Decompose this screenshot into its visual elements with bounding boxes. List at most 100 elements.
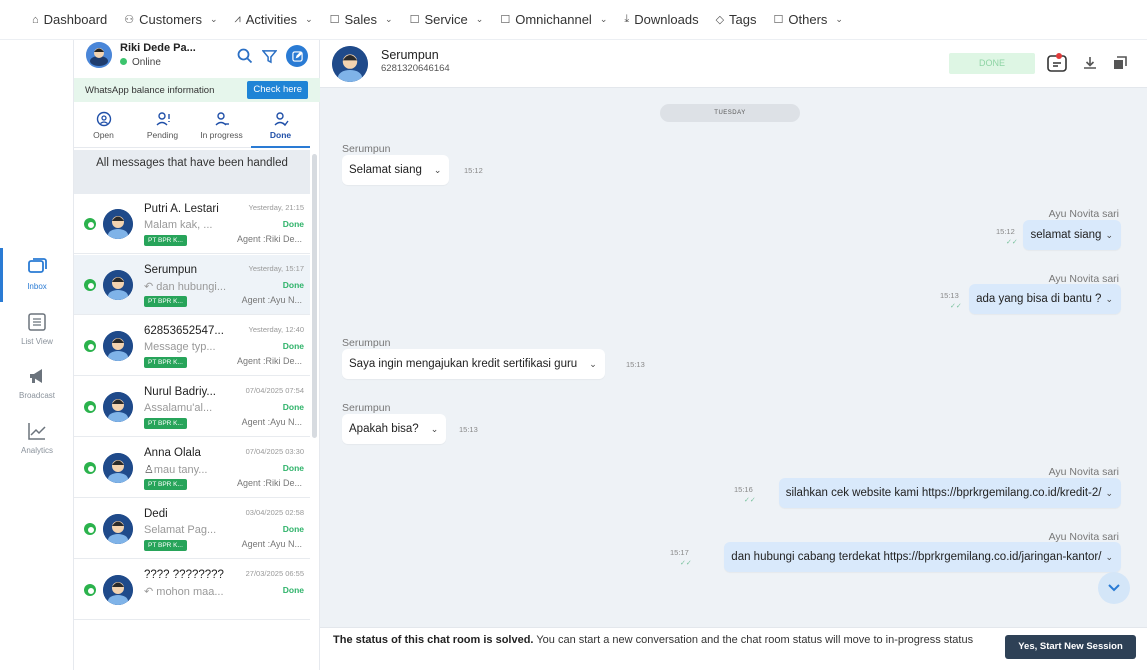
company-badge: PT BPR K... [144,235,187,246]
status-message: The status of this chat room is solved. … [333,634,974,646]
reply-icon: ↶ [144,281,157,293]
left-sidebar: Inbox List View Broadcast Analytics [0,40,74,670]
tab-open[interactable]: Open [74,108,133,147]
chevron-down-icon[interactable]: ⌄ [1105,220,1113,250]
tag-icon: ◇ [715,14,725,26]
message-sender: Serumpun [342,337,391,349]
contact-avatar [103,514,133,544]
nav-others[interactable]: ☐ Others ⌄ [774,12,843,27]
chevron-down-icon: ⌄ [305,14,313,24]
nav-downloads[interactable]: ⤓ Downloads [624,12,698,27]
agent-status[interactable]: Online [120,57,161,68]
contact-avatar [103,270,133,300]
sidebar-item-broadcast[interactable]: Broadcast [0,365,74,400]
conversation-item[interactable]: ???? ???????? ↶ mohon maa... 27/03/2025 … [74,560,310,620]
message-bubble[interactable]: selamat siang ⌄ [1023,220,1121,250]
analytics-icon [28,423,46,440]
message-bubble[interactable]: Apakah bisa? ⌄ [342,414,447,444]
sidebar-item-list-view[interactable]: List View [0,311,74,346]
folder-icon: ☐ [329,14,340,26]
chevron-down-icon: ⌄ [835,14,843,24]
search-icon[interactable] [237,48,253,64]
nav-customers[interactable]: ⚇ Customers ⌄ [124,12,217,27]
message-time: 15:17 [670,548,689,557]
chevron-down-icon[interactable]: ⌄ [589,349,597,379]
copy-icon[interactable] [1112,55,1128,71]
chevron-down-icon[interactable]: ⌄ [1105,284,1113,314]
folder-icon: ☐ [773,14,784,26]
contact-avatar [103,575,133,605]
in-progress-icon [215,112,229,126]
chevron-down-icon[interactable]: ⌄ [1105,542,1113,572]
conversation-item[interactable]: Dedi Selamat Pag... PT BPR K... 03/04/20… [74,499,310,559]
scroll-to-bottom-button[interactable] [1098,572,1130,604]
message-bubble[interactable]: silahkan cek website kami https://bprkrg… [778,478,1121,508]
tab-done[interactable]: Done [251,108,310,148]
chevron-down-icon [1108,584,1120,592]
company-badge: PT BPR K... [144,296,187,307]
nav-tags[interactable]: ◇ Tags [716,12,757,27]
check-here-button[interactable]: Check here [247,81,308,99]
chat-contact-name: Serumpun [381,48,439,62]
contact-avatar [103,331,133,361]
whatsapp-icon [84,218,96,230]
edit-icon [291,50,303,62]
company-badge: PT BPR K... [144,479,187,490]
nav-sales[interactable]: ☐ Sales ⌄ [330,12,393,27]
agent-avatar [86,42,112,68]
conversation-item[interactable]: Nurul Badriy... Assalamu'al... PT BPR K.… [74,377,310,437]
conversation-item[interactable]: Putri A. Lestari Malam kak, ... PT BPR K… [74,194,310,254]
nav-service[interactable]: ☐ Service ⌄ [410,12,484,27]
done-button[interactable]: DONE [949,53,1035,74]
chevron-down-icon[interactable]: ⌄ [431,414,439,444]
activity-icon: ⩘ [234,13,241,25]
list-view-icon [28,313,46,331]
download-icon[interactable] [1082,55,1098,71]
contact-avatar [332,46,368,82]
handled-notice: All messages that have been handled [74,150,310,194]
message-sender: Serumpun [342,402,391,414]
tab-in-progress[interactable]: In progress [192,108,251,147]
chat-contact-phone: 6281320646164 [381,63,450,74]
tab-pending[interactable]: Pending [133,108,192,147]
message-bubble[interactable]: dan hubungi cabang terdekat https://bprk… [724,542,1121,572]
status-badge: Done [282,402,304,412]
conversation-item[interactable]: Anna Olala ♙mau tany... PT BPR K... 07/0… [74,438,310,498]
chevron-down-icon: ⌄ [475,14,484,24]
read-receipt-icon: ✓✓ [744,497,756,504]
status-badge: Done [282,219,304,229]
filter-icon[interactable] [262,49,277,64]
nav-activities[interactable]: ⩘ Activities ⌄ [235,12,313,27]
chevron-down-icon: ⌄ [385,14,393,24]
chevron-down-icon: ⌄ [599,14,608,24]
day-separator: TUESDAY [660,104,800,122]
chat-header: Serumpun 6281320646164 DONE [320,40,1147,88]
chevron-down-icon[interactable]: ⌄ [1105,478,1113,508]
start-new-session-button[interactable]: Yes, Start New Session [1005,635,1136,659]
sidebar-item-analytics[interactable]: Analytics [0,420,74,455]
agent-header: Riki Dede Pa... Online [84,42,320,78]
conversation-item[interactable]: 62853652547... Message typ... PT BPR K..… [74,316,310,376]
conversation-scrollbar[interactable] [312,154,317,438]
done-icon [274,112,289,127]
megaphone-icon [30,369,42,383]
message-bubble[interactable]: ada yang bisa di bantu ? ⌄ [969,284,1121,314]
message-bubble[interactable]: Selamat siang ⌄ [342,155,450,185]
whatsapp-icon [84,279,96,291]
nav-omnichannel[interactable]: ☐ Omnichannel ⌄ [500,12,607,27]
message-time: 15:12 [996,227,1015,236]
ticket-icon[interactable] [1046,52,1068,74]
chevron-down-icon[interactable]: ⌄ [434,155,442,185]
company-badge: PT BPR K... [144,357,187,368]
nav-dashboard[interactable]: ⌂ Dashboard [32,12,107,27]
chevron-down-icon: ⌄ [210,14,218,24]
conversation-item[interactable]: Serumpun ↶ dan hubungi... PT BPR K... Ye… [74,255,310,315]
sidebar-item-inbox[interactable]: Inbox [0,248,74,302]
agent-name: Riki Dede Pa... [120,42,196,54]
whatsapp-icon [84,523,96,535]
compose-button[interactable] [286,45,308,67]
status-badge: Done [282,585,304,595]
chat-area: Serumpun 6281320646164 DONE TUESDAY Seru… [320,40,1147,670]
message-bubble[interactable]: Saya ingin mengajukan kredit sertifikasi… [342,349,605,379]
whatsapp-icon [84,584,96,596]
